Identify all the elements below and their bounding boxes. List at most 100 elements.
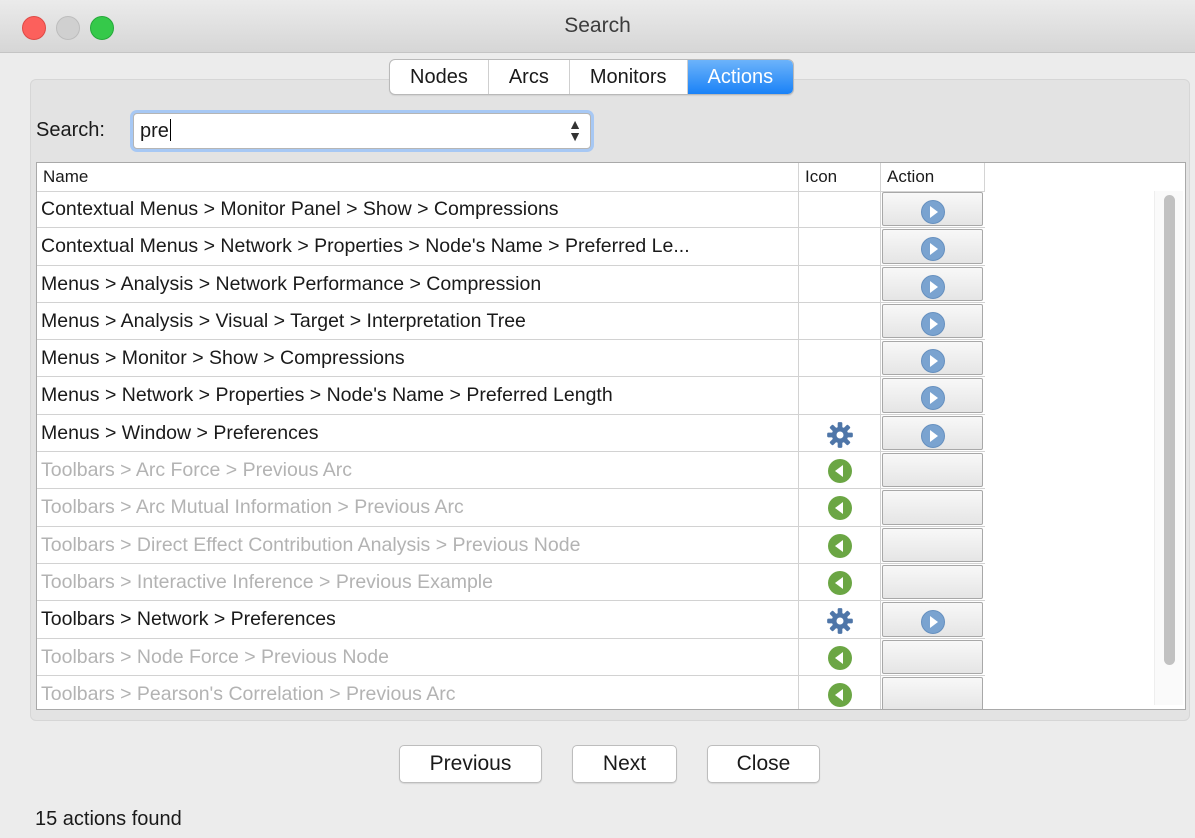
previous-icon (828, 496, 852, 521)
tab-monitors[interactable]: Monitors (570, 60, 688, 94)
run-action-button[interactable] (882, 192, 983, 227)
previous-button[interactable]: Previous (399, 745, 542, 783)
status-text: 15 actions found (35, 808, 182, 830)
table-row[interactable]: Contextual Menus > Monitor Panel > Show … (37, 191, 985, 229)
row-name: Toolbars > Interactive Inference > Previ… (37, 563, 799, 601)
tab-nodes[interactable]: Nodes (390, 60, 489, 94)
table-row[interactable]: Menus > Analysis > Network Performance >… (37, 265, 985, 303)
row-icon-cell (799, 452, 881, 489)
text-caret (169, 119, 171, 141)
row-action-cell (881, 303, 985, 339)
next-button[interactable]: Next (572, 745, 677, 783)
tab-arcs[interactable]: Arcs (489, 60, 570, 94)
play-icon (921, 200, 945, 224)
run-action-button (882, 490, 983, 525)
row-action-cell (881, 377, 985, 413)
run-action-button[interactable] (882, 341, 983, 376)
row-action-cell (881, 527, 985, 563)
row-action-cell (881, 340, 985, 376)
run-action-button[interactable] (882, 602, 983, 637)
row-name: Toolbars > Arc Force > Previous Arc (37, 452, 799, 489)
run-action-button (882, 564, 983, 600)
table-row[interactable]: Menus > Window > Preferences (37, 414, 985, 453)
row-icon-cell (799, 191, 881, 228)
row-name: Menus > Monitor > Show > Compressions (37, 340, 799, 377)
vertical-scrollbar[interactable] (1154, 191, 1183, 705)
row-icon-cell (799, 228, 881, 265)
gear-icon (826, 421, 854, 449)
row-icon-cell (799, 489, 881, 526)
row-action-cell (881, 676, 985, 709)
row-icon-cell (799, 302, 881, 340)
table-header: Name Icon Action (37, 163, 985, 192)
row-action-cell (881, 489, 985, 525)
run-action-button[interactable] (882, 303, 983, 339)
play-icon (921, 423, 945, 448)
column-header-name[interactable]: Name (37, 163, 799, 191)
row-name: Toolbars > Direct Effect Contribution An… (37, 526, 799, 563)
row-action-cell (881, 452, 985, 488)
search-label: Search: (36, 119, 105, 141)
tab-actions[interactable]: Actions (687, 60, 794, 94)
play-icon (921, 386, 945, 411)
table-row[interactable]: Toolbars > Network > Preferences (37, 601, 985, 639)
column-header-icon[interactable]: Icon (799, 163, 881, 191)
run-action-button[interactable] (882, 266, 983, 301)
table-row[interactable]: Menus > Monitor > Show > Compressions (37, 340, 985, 378)
gear-icon (826, 607, 854, 635)
run-action-button[interactable] (882, 378, 983, 413)
row-name: Menus > Analysis > Network Performance >… (37, 265, 799, 302)
row-icon-cell (799, 340, 881, 377)
row-name: Menus > Network > Properties > Node's Na… (37, 377, 799, 414)
play-icon (921, 237, 945, 262)
combo-stepper-icon[interactable]: ▲ ▼ (568, 117, 582, 143)
play-icon (921, 274, 945, 299)
table-row[interactable]: Menus > Network > Properties > Node's Na… (37, 377, 985, 415)
row-action-cell (881, 228, 985, 264)
row-name: Menus > Window > Preferences (37, 414, 799, 452)
table-row[interactable]: Toolbars > Node Force > Previous Node (37, 638, 985, 676)
row-name: Contextual Menus > Network > Properties … (37, 228, 799, 265)
table-row[interactable]: Menus > Analysis > Visual > Target > Int… (37, 302, 985, 341)
search-input-value: pre (140, 119, 171, 143)
row-name: Menus > Analysis > Visual > Target > Int… (37, 302, 799, 340)
play-icon (921, 610, 945, 635)
run-action-button (882, 527, 983, 562)
column-header-action[interactable]: Action (881, 163, 985, 191)
table-row[interactable]: Toolbars > Arc Mutual Information > Prev… (37, 489, 985, 527)
close-button[interactable]: Close (707, 745, 820, 783)
window-title: Search (564, 14, 631, 37)
row-icon-cell (799, 675, 881, 709)
row-icon-cell (799, 377, 881, 414)
run-action-button[interactable] (882, 415, 983, 451)
table-row[interactable]: Toolbars > Pearson's Correlation > Previ… (37, 675, 985, 709)
table-row[interactable]: Toolbars > Interactive Inference > Previ… (37, 563, 985, 602)
run-action-button (882, 676, 983, 709)
row-name: Contextual Menus > Monitor Panel > Show … (37, 191, 799, 228)
table-row[interactable]: Contextual Menus > Network > Properties … (37, 228, 985, 266)
tab-bar: Nodes Arcs Monitors Actions (389, 59, 795, 95)
row-action-cell (881, 191, 985, 227)
row-name: Toolbars > Network > Preferences (37, 601, 799, 638)
previous-icon (828, 682, 852, 707)
previous-icon (828, 533, 852, 558)
row-action-cell (881, 601, 985, 637)
scrollbar-thumb[interactable] (1164, 195, 1175, 665)
title-bar: Search (0, 0, 1195, 53)
row-icon-cell (799, 526, 881, 563)
row-action-cell (881, 266, 985, 302)
actions-table: Name Icon Action Contextual Menus > Moni… (36, 162, 1186, 710)
play-icon (921, 311, 945, 336)
table-body: Contextual Menus > Monitor Panel > Show … (37, 191, 985, 709)
row-icon-cell (799, 601, 881, 638)
row-action-cell (881, 415, 985, 451)
table-row[interactable]: Toolbars > Direct Effect Contribution An… (37, 526, 985, 564)
search-input[interactable]: pre ▲ ▼ (133, 113, 591, 149)
row-action-cell (881, 639, 985, 675)
run-action-button (882, 639, 983, 674)
table-row[interactable]: Toolbars > Arc Force > Previous Arc (37, 452, 985, 490)
previous-icon (828, 645, 852, 670)
row-name: Toolbars > Pearson's Correlation > Previ… (37, 675, 799, 709)
play-icon (921, 349, 945, 374)
run-action-button[interactable] (882, 229, 983, 264)
